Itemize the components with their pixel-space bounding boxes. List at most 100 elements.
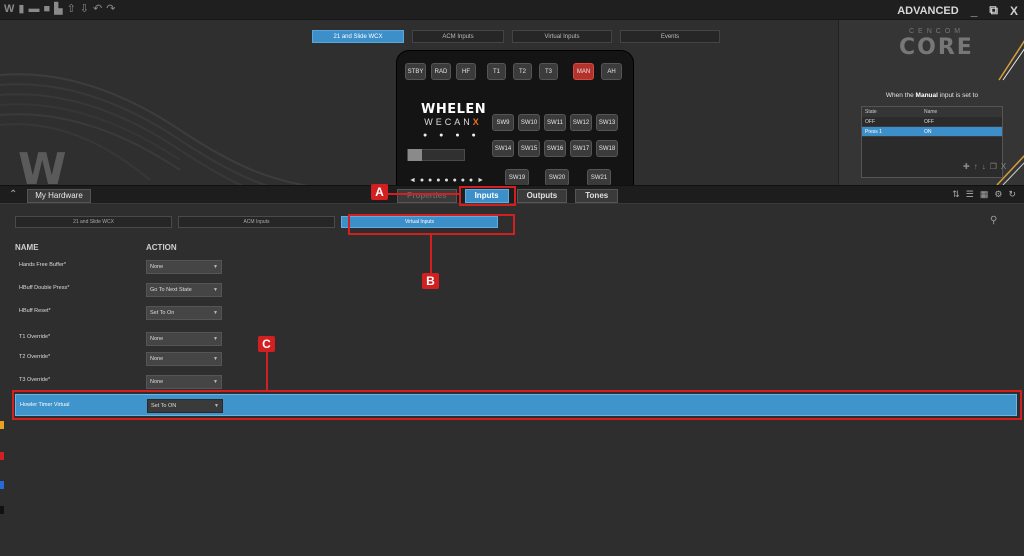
print-icon[interactable]: ▙ (54, 3, 62, 16)
app-logo-icon: W (4, 3, 15, 15)
tab-properties[interactable]: Properties (397, 189, 457, 203)
keypad-button-sw12[interactable]: SW12 (570, 114, 592, 131)
my-hardware-button[interactable]: My Hardware (27, 189, 91, 203)
keypad-button-sw11[interactable]: SW11 (544, 114, 566, 131)
whelen-w-logo: W (18, 144, 67, 186)
sort-icon[interactable]: ⇅ (952, 189, 960, 200)
add-state-icon[interactable]: ✚ (963, 162, 970, 171)
action-value: Set To On (150, 310, 175, 316)
move-up-icon[interactable]: ↑ (974, 162, 978, 171)
settings-gear-icon[interactable]: ⚙ (994, 189, 1002, 200)
input-row[interactable]: T2 Override* None ▼ (15, 350, 1017, 368)
tab-tones[interactable]: Tones (575, 189, 619, 203)
quick-toolbar: W ▮ ▬ ■ ▙ ⇧ ⇩ ↶ ↷ (4, 3, 115, 16)
state-desc-suffix: input is set to (939, 92, 979, 99)
keypad-slider-knob[interactable] (408, 149, 422, 161)
action-select[interactable]: None ▼ (146, 260, 222, 274)
input-row[interactable]: HBuff Double Press* Go To Next State ▼ (15, 281, 1017, 299)
keypad-button-sw16[interactable]: SW16 (544, 140, 566, 157)
annotation-label-c: C (258, 336, 275, 352)
device-tab-virtual-inputs[interactable]: Virtual Inputs (512, 30, 612, 43)
mode-label[interactable]: ADVANCED (897, 5, 959, 17)
chevron-down-icon: ▼ (213, 336, 218, 342)
annotation-box-c (12, 390, 1022, 420)
state-table-header: State Name (862, 107, 1002, 117)
input-row[interactable]: T3 Override* None ▼ (15, 373, 1017, 391)
inputs-content: 21 and Slide WCX ACM Inputs Virtual Inpu… (0, 205, 1024, 556)
bookmark-icon[interactable]: ▮ (18, 3, 24, 16)
keypad-button-rad[interactable]: RAD (431, 63, 451, 80)
state-row[interactable]: OFF OFF (862, 117, 1002, 127)
subtab-21-slide-wcx[interactable]: 21 and Slide WCX (15, 216, 172, 228)
list-view-icon[interactable]: ☰ (966, 189, 974, 200)
annotation-line-b (430, 235, 432, 273)
keypad-button-hf[interactable]: HF (456, 63, 476, 80)
minimize-icon[interactable]: _ (971, 4, 978, 18)
action-value: None (150, 356, 164, 362)
grid-view-icon[interactable]: ▦ (980, 189, 989, 200)
refresh-icon[interactable]: ↻ (1008, 189, 1016, 200)
keypad-button-sw21[interactable]: SW21 (587, 169, 611, 185)
keypad-button-sw18[interactable]: SW18 (596, 140, 618, 157)
annotation-line-c (266, 352, 268, 390)
action-select[interactable]: Set To On ▼ (146, 306, 222, 320)
keypad-button-stby[interactable]: STBY (405, 63, 426, 80)
core-logo: CORE (899, 35, 974, 60)
keypad-button-ah[interactable]: AH (601, 63, 622, 80)
collapse-icon[interactable]: ⌃ (9, 189, 17, 201)
input-name: T2 Override* (19, 354, 51, 360)
input-name: T3 Override* (19, 377, 51, 383)
action-select[interactable]: Go To Next State ▼ (146, 283, 222, 297)
keypad-button-t3[interactable]: T3 (539, 63, 558, 80)
brand-name: WHELEN (421, 102, 487, 117)
state-column-header: State (865, 109, 877, 115)
input-row[interactable]: Hands Free Buffer* None ▼ (15, 258, 1017, 276)
open-folder-icon[interactable]: ▬ (28, 3, 39, 16)
state-description: When the Manual input is set to (839, 92, 1024, 99)
brand-sub: WECANX (421, 117, 485, 128)
download-icon[interactable]: ⇩ (80, 3, 89, 16)
edge-strip-red (0, 452, 4, 460)
action-value: Go To Next State (150, 287, 192, 293)
restore-icon[interactable]: ⧉ (989, 3, 998, 18)
upload-icon[interactable]: ⇧ (67, 3, 76, 16)
indicator-dots: ● ● ● ● (423, 132, 481, 139)
action-column-heading: ACTION (146, 243, 177, 252)
device-tab-events[interactable]: Events (620, 30, 720, 43)
input-row[interactable]: T1 Override* None ▼ (15, 330, 1017, 348)
subtab-acm-inputs[interactable]: ACM Inputs (178, 216, 335, 228)
keypad-button-sw17[interactable]: SW17 (570, 140, 592, 157)
input-row[interactable]: HBuff Reset* Set To On ▼ (15, 304, 1017, 322)
keypad-button-sw15[interactable]: SW15 (518, 140, 540, 157)
search-icon[interactable]: ⚲ (990, 215, 997, 226)
keypad-button-man[interactable]: MAN (573, 63, 594, 80)
tab-outputs[interactable]: Outputs (516, 189, 568, 203)
action-select[interactable]: None ▼ (146, 352, 222, 366)
redo-icon[interactable]: ↷ (106, 3, 115, 16)
keypad-button-sw19[interactable]: SW19 (505, 169, 529, 185)
action-select[interactable]: None ▼ (146, 332, 222, 346)
keypad-button-sw20[interactable]: SW20 (545, 169, 569, 185)
undo-icon[interactable]: ↶ (93, 3, 102, 16)
keypad-button-t2[interactable]: T2 (513, 63, 532, 80)
action-value: None (150, 264, 164, 270)
keypad-button-sw13[interactable]: SW13 (596, 114, 618, 131)
state-table-tools: ✚ ↑ ↓ ❐ X (963, 162, 1006, 171)
chevron-down-icon: ▼ (213, 356, 218, 362)
state-row-selected[interactable]: Press 1 ON (862, 127, 1002, 137)
move-down-icon[interactable]: ↓ (982, 162, 986, 171)
chevron-down-icon: ▼ (213, 264, 218, 270)
keypad-button-sw14[interactable]: SW14 (492, 140, 514, 157)
copy-icon[interactable]: ❐ (990, 162, 997, 171)
device-tab-acm-inputs[interactable]: ACM Inputs (412, 30, 504, 43)
keypad-button-sw10[interactable]: SW10 (518, 114, 540, 131)
close-icon[interactable]: X (1010, 4, 1018, 18)
device-tab-21-slide-wcx[interactable]: 21 and Slide WCX (312, 30, 404, 43)
save-icon[interactable]: ■ (43, 3, 50, 16)
delete-state-icon[interactable]: X (1001, 162, 1006, 171)
annotation-box-b (348, 214, 515, 235)
keypad-slider[interactable] (407, 149, 465, 161)
keypad-button-sw9[interactable]: SW9 (492, 114, 514, 131)
keypad-button-t1[interactable]: T1 (487, 63, 506, 80)
action-select[interactable]: None ▼ (146, 375, 222, 389)
